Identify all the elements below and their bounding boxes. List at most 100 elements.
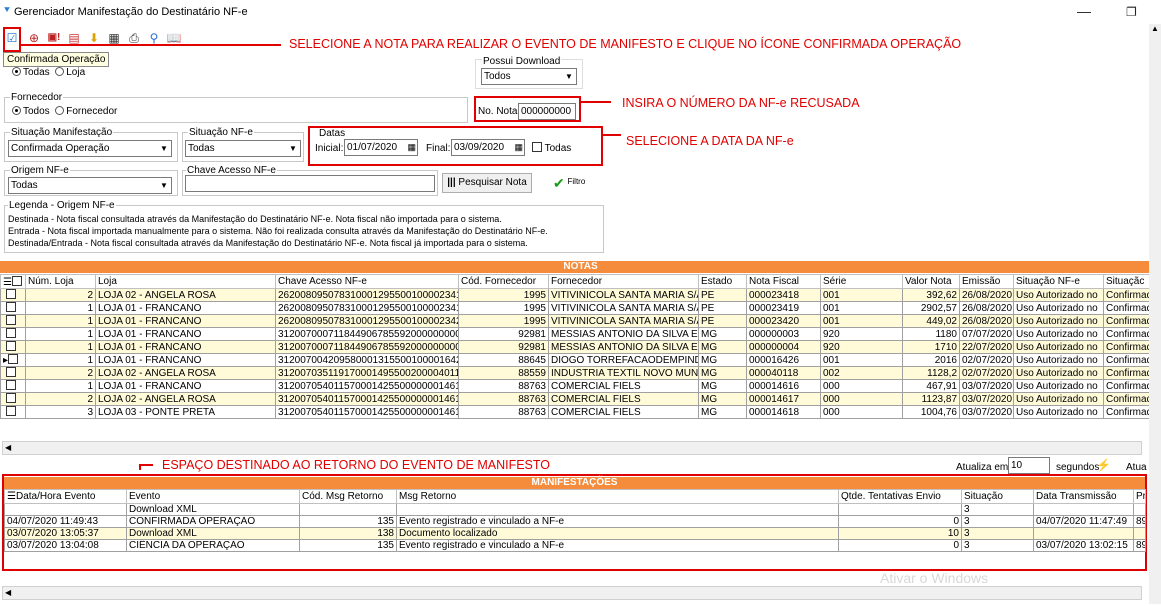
radio-fornecedor-label: Fornecedor bbox=[66, 106, 118, 117]
sit-manif-select[interactable]: Confirmada Operação ▼ bbox=[8, 140, 172, 157]
row-checkbox[interactable] bbox=[0, 366, 26, 380]
select-all-checkbox[interactable]: ☰ bbox=[0, 274, 26, 289]
column-header[interactable]: Qtde. Tentativas Envio bbox=[838, 489, 962, 504]
table-cell: MG bbox=[698, 353, 747, 367]
refresh-icon[interactable]: ⚡ bbox=[1096, 458, 1111, 472]
table-cell: 000 bbox=[820, 379, 903, 393]
todas-checkbox[interactable] bbox=[532, 142, 542, 152]
chevron-down-icon: ▼ bbox=[565, 72, 573, 81]
table-cell: 89 bbox=[1133, 515, 1146, 528]
table-row[interactable]: 03/07/2020 13:05:37 Download XML 138 Docume… bbox=[4, 527, 1146, 540]
table-row[interactable]: 1 LOJA 01 - FRANCANO 262008095078310001295… bbox=[0, 301, 1161, 315]
inicial-date-input[interactable]: 01/07/2020 ▦ bbox=[344, 139, 418, 156]
table-cell: LOJA 03 - PONTE PRETA bbox=[95, 405, 276, 419]
column-header[interactable]: Valor Nota bbox=[902, 274, 960, 289]
minimize-button[interactable]: — bbox=[1077, 3, 1091, 19]
row-checkbox[interactable] bbox=[0, 314, 26, 328]
refresh-label: Atualiza em: bbox=[956, 462, 1012, 473]
column-header[interactable]: Situação NF-e bbox=[1013, 274, 1104, 289]
table-row[interactable]: 1 LOJA 01 - FRANCANO 262008095078310001295… bbox=[0, 314, 1161, 328]
table-cell: MESSIAS ANTONIO DA SILVA E ( bbox=[548, 327, 699, 341]
row-checkbox[interactable] bbox=[0, 392, 26, 406]
table-cell: 1128,2 bbox=[902, 366, 960, 380]
origem-value: Todas bbox=[11, 180, 38, 191]
column-header[interactable]: Fornecedor bbox=[548, 274, 699, 289]
table-cell: Uso Autorizado no bbox=[1013, 301, 1104, 315]
table-cell: 02/07/2020 bbox=[959, 366, 1014, 380]
chave-input[interactable] bbox=[185, 175, 435, 192]
column-header[interactable]: ☰Data/Hora Evento bbox=[4, 489, 127, 504]
table-row[interactable]: 03/07/2020 13:04:08 CIÊNCIA DA OPERAÇÃO 13… bbox=[4, 539, 1146, 552]
column-header[interactable]: Loja bbox=[95, 274, 276, 289]
table-cell: MESSIAS ANTONIO DA SILVA E ( bbox=[548, 340, 699, 354]
download-select[interactable]: Todos ▼ bbox=[481, 68, 577, 85]
nota-input[interactable]: 000000000 bbox=[518, 103, 576, 120]
refresh-input[interactable]: 10 bbox=[1008, 457, 1050, 474]
table-row[interactable]: 04/07/2020 11:49:43 CONFIRMADA OPERAÇÃO 13… bbox=[4, 515, 1146, 528]
origem-select[interactable]: Todas ▼ bbox=[8, 177, 172, 194]
pesquisar-nota-button[interactable]: ||| Pesquisar Nota bbox=[442, 173, 532, 193]
filtro-button[interactable]: ✔ Filtro bbox=[553, 175, 585, 192]
table-cell: 07/07/2020 bbox=[959, 327, 1014, 341]
column-header[interactable]: Cód. Fornecedor bbox=[458, 274, 549, 289]
table-cell: 04/07/2020 11:47:49 bbox=[1033, 515, 1134, 528]
table-cell: 000 bbox=[820, 405, 903, 419]
column-header[interactable]: Situação bbox=[961, 489, 1034, 504]
radio-todos[interactable] bbox=[12, 106, 21, 115]
table-row[interactable]: 2 LOJA 02 - ANGELA ROSA 312007035119170001… bbox=[0, 366, 1161, 380]
final-date-input[interactable]: 03/09/2020 ▦ bbox=[451, 139, 525, 156]
table-row[interactable]: Download XML 3 bbox=[4, 503, 1146, 516]
column-header[interactable]: Nota Fiscal bbox=[746, 274, 821, 289]
table-row[interactable]: 2 LOJA 02 - ANGELA ROSA 262008095078310001… bbox=[0, 288, 1161, 302]
radio-loja[interactable] bbox=[55, 67, 65, 76]
table-row[interactable]: 1 LOJA 01 - FRANCANO 312007054011570001425… bbox=[0, 379, 1161, 393]
table-cell: VITIVINICOLA SANTA MARIA S/A bbox=[548, 288, 699, 302]
row-checkbox[interactable] bbox=[0, 288, 26, 302]
column-header[interactable]: Msg Retorno bbox=[396, 489, 839, 504]
scroll-up-icon[interactable]: ▲ bbox=[1149, 24, 1161, 33]
row-checkbox[interactable]: ▸ bbox=[0, 353, 26, 367]
column-header[interactable]: Série bbox=[820, 274, 903, 289]
table-cell: 1 bbox=[25, 379, 96, 393]
sit-nfe-select[interactable]: Todas ▼ bbox=[185, 140, 301, 157]
download-label: Possui Download bbox=[482, 56, 562, 67]
table-row[interactable]: 3 LOJA 03 - PONTE PRETA 312007054011570001… bbox=[0, 405, 1161, 419]
row-checkbox[interactable] bbox=[0, 340, 26, 354]
calendar-icon[interactable]: ▦ bbox=[514, 140, 523, 155]
row-checkbox[interactable] bbox=[0, 327, 26, 341]
table-cell: 449,02 bbox=[902, 314, 960, 328]
annotation-top: SELECIONE A NOTA PARA REALIZAR O EVENTO … bbox=[289, 37, 962, 51]
column-header[interactable]: Pro bbox=[1133, 489, 1146, 504]
table-row[interactable]: 1 LOJA 01 - FRANCANO 312007000711844906785… bbox=[0, 340, 1161, 354]
refresh-button[interactable]: Atua bbox=[1126, 462, 1147, 473]
column-header[interactable]: Cód. Msg Retorno bbox=[299, 489, 397, 504]
table-cell: 03/07/2020 13:02:15 bbox=[1033, 539, 1134, 552]
row-checkbox[interactable] bbox=[0, 379, 26, 393]
loja-radio-group: Todas Loja bbox=[12, 67, 85, 78]
column-header[interactable]: Estado bbox=[698, 274, 747, 289]
main-vertical-scrollbar[interactable]: ▲ bbox=[1149, 24, 1161, 604]
table-cell bbox=[1033, 503, 1134, 516]
table-cell: Uso Autorizado no bbox=[1013, 405, 1104, 419]
restore-button[interactable]: ❐ bbox=[1126, 5, 1137, 19]
row-checkbox[interactable] bbox=[0, 405, 26, 419]
column-header[interactable]: Chave Acesso NF-e bbox=[275, 274, 459, 289]
table-row[interactable]: 1 LOJA 01 - FRANCANO 312007000711844906785… bbox=[0, 327, 1161, 341]
column-header[interactable]: Data Transmissão bbox=[1033, 489, 1134, 504]
radio-fornecedor[interactable] bbox=[55, 106, 65, 115]
column-header[interactable]: Emissão bbox=[959, 274, 1014, 289]
column-header[interactable]: Evento bbox=[126, 489, 300, 504]
legend-text: Destinada - Nota fiscal consultada atrav… bbox=[8, 213, 548, 249]
table-cell: 1995 bbox=[458, 314, 549, 328]
table-cell: 03/07/2020 13:04:08 bbox=[4, 539, 127, 552]
main-horizontal-scrollbar[interactable]: ◀ bbox=[2, 586, 1142, 600]
table-cell: 1004,76 bbox=[902, 405, 960, 419]
calendar-icon[interactable]: ▦ bbox=[407, 140, 416, 155]
table-cell: 22/07/2020 bbox=[959, 340, 1014, 354]
notas-horizontal-scrollbar[interactable]: ◀ bbox=[2, 441, 1142, 455]
table-row[interactable]: ▸ 1 LOJA 01 - FRANCANO 31200700420958000131… bbox=[0, 353, 1161, 367]
column-header[interactable]: Núm. Loja bbox=[25, 274, 96, 289]
radio-todas[interactable] bbox=[12, 67, 21, 76]
table-row[interactable]: 2 LOJA 02 - ANGELA ROSA 312007054011570001… bbox=[0, 392, 1161, 406]
row-checkbox[interactable] bbox=[0, 301, 26, 315]
